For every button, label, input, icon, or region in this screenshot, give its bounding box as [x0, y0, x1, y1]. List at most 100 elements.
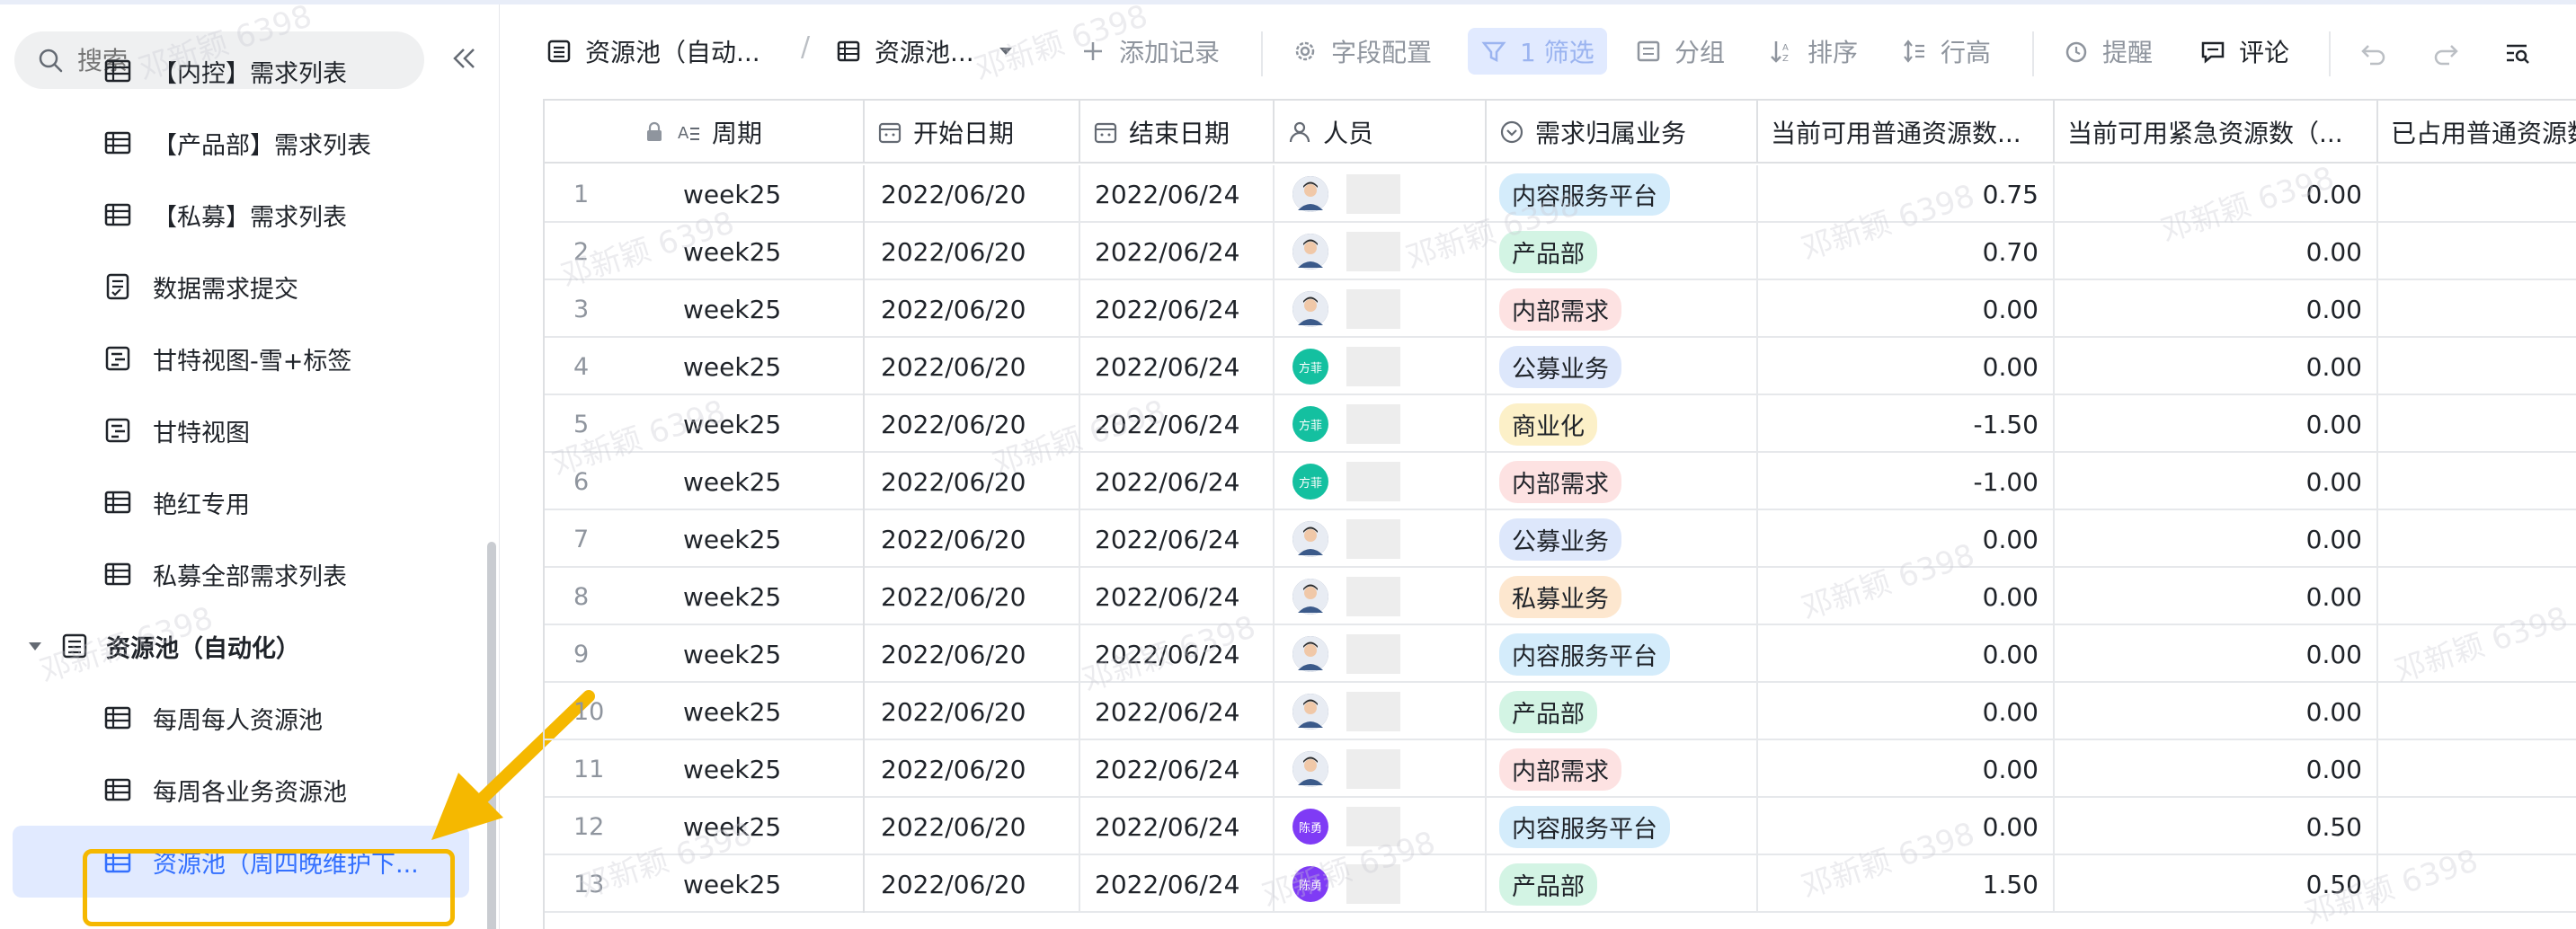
- add-record-button[interactable]: 添加记录: [1079, 29, 1220, 74]
- business-cell[interactable]: 公募业务: [1487, 510, 1758, 568]
- table-row[interactable]: 1 week25 2022/06/20 2022/06/24 内容服务平台 0.75 0.0…: [545, 165, 2576, 223]
- sidebar-item-view-5[interactable]: 甘特视图: [0, 394, 485, 466]
- normal-occupied-cell[interactable]: [2378, 683, 2576, 740]
- start-date-cell[interactable]: 2022/06/20: [865, 798, 1080, 855]
- normal-occupied-cell[interactable]: [2378, 625, 2576, 683]
- table-row[interactable]: 6 week25 2022/06/20 2022/06/24 方菲 内部需求 -1.00 0.…: [545, 453, 2576, 510]
- person-cell[interactable]: [1275, 625, 1487, 683]
- column-header-week[interactable]: A 周期: [545, 101, 865, 164]
- normal-occupied-cell[interactable]: [2378, 395, 2576, 453]
- week-value[interactable]: week25: [683, 697, 781, 727]
- person-cell[interactable]: [1275, 280, 1487, 338]
- person-cell[interactable]: 方菲: [1275, 453, 1487, 510]
- column-header-person[interactable]: 人员: [1275, 101, 1487, 164]
- end-date-cell[interactable]: 2022/06/24: [1080, 798, 1275, 855]
- person-cell[interactable]: 方菲: [1275, 338, 1487, 395]
- column-header-business[interactable]: 需求归属业务: [1487, 101, 1758, 164]
- business-cell[interactable]: 私募业务: [1487, 568, 1758, 625]
- view-name-tab[interactable]: 资源池...: [835, 29, 1026, 74]
- end-date-cell[interactable]: 2022/06/24: [1080, 395, 1275, 453]
- week-value[interactable]: week25: [683, 812, 781, 842]
- avatar[interactable]: [1292, 694, 1328, 730]
- business-cell[interactable]: 内容服务平台: [1487, 798, 1758, 855]
- business-cell[interactable]: 内部需求: [1487, 453, 1758, 510]
- start-date-cell[interactable]: 2022/06/20: [865, 855, 1080, 913]
- table-row[interactable]: 8 week25 2022/06/20 2022/06/24 私募业务 0.00 0.00: [545, 568, 2576, 625]
- week-value[interactable]: week25: [683, 640, 781, 669]
- normal-occupied-cell[interactable]: [2378, 338, 2576, 395]
- normal-available-cell[interactable]: 0.00: [1758, 280, 2055, 338]
- search-records-icon[interactable]: [2503, 39, 2532, 67]
- end-date-cell[interactable]: 2022/06/24: [1080, 280, 1275, 338]
- avatar[interactable]: [1292, 234, 1328, 270]
- end-date-cell[interactable]: 2022/06/24: [1080, 740, 1275, 798]
- person-cell[interactable]: [1275, 223, 1487, 280]
- table-row[interactable]: 4 week25 2022/06/20 2022/06/24 方菲 公募业务 0.00 0.0…: [545, 338, 2576, 395]
- sidebar-item-view-6[interactable]: 艳红专用: [0, 466, 485, 538]
- avatar[interactable]: [1292, 176, 1328, 212]
- normal-occupied-cell[interactable]: [2378, 568, 2576, 625]
- remind-button[interactable]: 提醒: [2063, 29, 2153, 74]
- business-cell[interactable]: 内容服务平台: [1487, 165, 1758, 223]
- week-value[interactable]: week25: [683, 467, 781, 497]
- column-header-start-date[interactable]: 开始日期: [865, 101, 1080, 164]
- end-date-cell[interactable]: 2022/06/24: [1080, 510, 1275, 568]
- avatar[interactable]: [1292, 291, 1328, 327]
- sidebar-item-pool-view-0[interactable]: 每周每人资源池: [0, 682, 485, 754]
- start-date-cell[interactable]: 2022/06/20: [865, 223, 1080, 280]
- avatar[interactable]: 方菲: [1292, 406, 1328, 442]
- normal-occupied-cell[interactable]: [2378, 510, 2576, 568]
- redo-icon[interactable]: [2431, 39, 2460, 67]
- start-date-cell[interactable]: 2022/06/20: [865, 280, 1080, 338]
- normal-available-cell[interactable]: 0.00: [1758, 568, 2055, 625]
- undo-icon[interactable]: [2359, 39, 2388, 67]
- start-date-cell[interactable]: 2022/06/20: [865, 683, 1080, 740]
- sort-button[interactable]: AZ 排序: [1768, 29, 1858, 74]
- week-value[interactable]: week25: [683, 410, 781, 439]
- avatar[interactable]: 陈勇: [1292, 866, 1328, 902]
- week-value[interactable]: week25: [683, 295, 781, 324]
- end-date-cell[interactable]: 2022/06/24: [1080, 223, 1275, 280]
- sidebar-item-view-3[interactable]: 数据需求提交: [0, 251, 485, 323]
- table-row[interactable]: 3 week25 2022/06/20 2022/06/24 内部需求 0.00 0.00: [545, 280, 2576, 338]
- table-row[interactable]: 7 week25 2022/06/20 2022/06/24 公募业务 0.00 0.00: [545, 510, 2576, 568]
- business-cell[interactable]: 商业化: [1487, 395, 1758, 453]
- urgent-available-cell[interactable]: 0.00: [2055, 280, 2378, 338]
- person-cell[interactable]: 陈勇: [1275, 798, 1487, 855]
- person-cell[interactable]: 方菲: [1275, 395, 1487, 453]
- normal-available-cell[interactable]: -1.00: [1758, 453, 2055, 510]
- normal-available-cell[interactable]: 0.00: [1758, 683, 2055, 740]
- business-cell[interactable]: 产品部: [1487, 223, 1758, 280]
- column-header-normal-occupied[interactable]: 已占用普通资源数: [2378, 101, 2576, 164]
- week-value[interactable]: week25: [683, 352, 781, 382]
- field-config-button[interactable]: 字段配置: [1292, 29, 1432, 74]
- table-row[interactable]: 13 week25 2022/06/20 2022/06/24 陈勇 产品部 1.50 0.5…: [545, 855, 2576, 913]
- urgent-available-cell[interactable]: 0.00: [2055, 165, 2378, 223]
- sidebar-item-pool-view-1[interactable]: 每周各业务资源池: [0, 754, 485, 826]
- start-date-cell[interactable]: 2022/06/20: [865, 395, 1080, 453]
- avatar[interactable]: [1292, 751, 1328, 787]
- urgent-available-cell[interactable]: 0.00: [2055, 740, 2378, 798]
- avatar[interactable]: 方菲: [1292, 349, 1328, 385]
- normal-occupied-cell[interactable]: [2378, 855, 2576, 913]
- business-cell[interactable]: 内部需求: [1487, 280, 1758, 338]
- sidebar-item-view-0[interactable]: 【内控】需求列表: [0, 35, 485, 107]
- start-date-cell[interactable]: 2022/06/20: [865, 510, 1080, 568]
- start-date-cell[interactable]: 2022/06/20: [865, 165, 1080, 223]
- sidebar-item-view-7[interactable]: 私募全部需求列表: [0, 538, 485, 610]
- normal-occupied-cell[interactable]: [2378, 453, 2576, 510]
- column-header-urgent-available[interactable]: 当前可用紧急资源数（...: [2055, 101, 2378, 164]
- person-cell[interactable]: [1275, 683, 1487, 740]
- start-date-cell[interactable]: 2022/06/20: [865, 740, 1080, 798]
- person-cell[interactable]: [1275, 740, 1487, 798]
- start-date-cell[interactable]: 2022/06/20: [865, 625, 1080, 683]
- end-date-cell[interactable]: 2022/06/24: [1080, 855, 1275, 913]
- urgent-available-cell[interactable]: 0.00: [2055, 453, 2378, 510]
- normal-available-cell[interactable]: 0.00: [1758, 740, 2055, 798]
- avatar[interactable]: [1292, 521, 1328, 557]
- urgent-available-cell[interactable]: 0.00: [2055, 223, 2378, 280]
- sidebar-item-view-1[interactable]: 【产品部】需求列表: [0, 107, 485, 179]
- end-date-cell[interactable]: 2022/06/24: [1080, 453, 1275, 510]
- week-value[interactable]: week25: [683, 582, 781, 612]
- end-date-cell[interactable]: 2022/06/24: [1080, 683, 1275, 740]
